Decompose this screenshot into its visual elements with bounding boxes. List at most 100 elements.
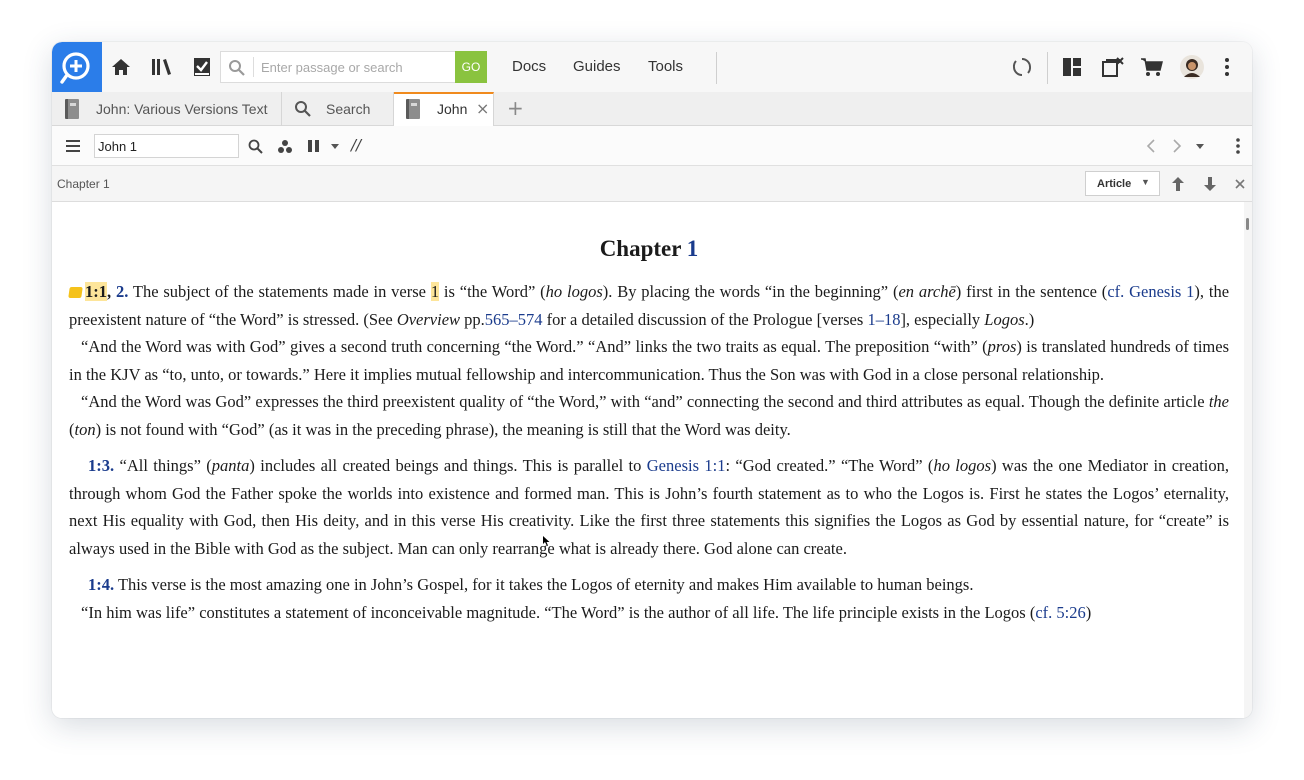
article-body: Chapter 1 1:1, 2. The subject of the sta… bbox=[68, 202, 1229, 627]
commentary-paragraph: 1:4. This verse is the most amazing one … bbox=[69, 571, 1229, 599]
italic-term: panta bbox=[211, 456, 250, 475]
resource-content: Chapter 1 1:1, 2. The subject of the sta… bbox=[52, 202, 1244, 718]
tab-search[interactable]: Search bbox=[282, 92, 394, 126]
scripture-link[interactable]: Genesis 1:1 bbox=[647, 456, 726, 475]
text-run: ], especially bbox=[900, 309, 985, 329]
italic-term: Logos bbox=[984, 309, 1025, 329]
menu-docs[interactable]: Docs bbox=[512, 58, 546, 75]
text-run: ) bbox=[1085, 602, 1092, 622]
search-input[interactable] bbox=[261, 57, 451, 77]
text-run: ) is not found with “God” (as it was in … bbox=[95, 419, 791, 439]
toolbar-divider bbox=[716, 52, 717, 84]
italic-term: ho logos bbox=[933, 456, 992, 475]
panel-menu-icon[interactable] bbox=[66, 140, 80, 152]
section-label: Chapter 1 bbox=[57, 177, 110, 191]
chevron-down-icon: ▼ bbox=[1141, 177, 1150, 187]
italic-term: en archē bbox=[898, 282, 956, 301]
ref-separator: , bbox=[107, 282, 112, 301]
scripture-link[interactable]: cf. 5:26 bbox=[1035, 603, 1085, 622]
verse-ref[interactable]: 2. bbox=[116, 282, 128, 301]
commentary-paragraph: “And the Word was with God” gives a seco… bbox=[69, 333, 1229, 388]
view-mode-dropdown[interactable]: Article ▼ bbox=[1085, 171, 1160, 196]
forward-chevron-icon[interactable] bbox=[1172, 138, 1182, 154]
text-run: The subject of the statements made in ve… bbox=[128, 282, 431, 301]
text-run: .) bbox=[1024, 309, 1035, 329]
scrollbar-thumb[interactable] bbox=[1246, 218, 1249, 230]
commentary-paragraph: 1:3. “All things” (panta) includes all c… bbox=[69, 452, 1229, 562]
book-icon bbox=[65, 99, 79, 119]
app-logo-button[interactable] bbox=[52, 42, 102, 92]
view-mode-label: Article bbox=[1097, 178, 1132, 190]
highlighted-verse-number[interactable]: 1 bbox=[430, 282, 440, 301]
reference-input[interactable] bbox=[94, 134, 239, 158]
italic-term: ho logos bbox=[545, 282, 603, 301]
scrollbar[interactable] bbox=[1244, 202, 1252, 718]
home-icon[interactable] bbox=[110, 56, 132, 78]
close-panels-icon[interactable] bbox=[1101, 56, 1124, 78]
visual-filter-icon[interactable] bbox=[277, 139, 293, 154]
parallel-resources-icon[interactable]: // bbox=[351, 136, 361, 154]
layouts-icon[interactable] bbox=[1061, 56, 1083, 78]
search-divider bbox=[253, 57, 254, 77]
verse-ref[interactable]: 1:3. bbox=[88, 456, 114, 475]
tab-label: John bbox=[437, 101, 468, 117]
arrow-up-icon[interactable] bbox=[1172, 177, 1184, 191]
scripture-link[interactable]: 1–18 bbox=[867, 310, 900, 329]
toolbar-divider-right bbox=[1047, 52, 1048, 84]
text-run: for a detailed discussion of the Prologu… bbox=[542, 309, 868, 329]
note-icon[interactable] bbox=[68, 287, 83, 298]
reading-plan-icon[interactable] bbox=[191, 56, 213, 78]
tab-john[interactable]: John × bbox=[394, 92, 494, 127]
text-run: : “God created.” “The Word” ( bbox=[725, 456, 934, 475]
scripture-link[interactable]: cf. Genesis 1 bbox=[1107, 282, 1194, 301]
logos-logo-icon bbox=[60, 52, 90, 84]
section-bar: Chapter 1 Article ▼ bbox=[52, 166, 1252, 202]
chapter-heading-number[interactable]: 1 bbox=[687, 236, 699, 261]
cart-icon[interactable] bbox=[1140, 56, 1163, 78]
columns-icon[interactable] bbox=[308, 140, 320, 152]
sync-icon[interactable] bbox=[1011, 56, 1033, 78]
tab-bar: John: Various Versions Text Search John … bbox=[52, 92, 1252, 127]
menu-guides[interactable]: Guides bbox=[573, 58, 621, 75]
close-tab-icon[interactable]: × bbox=[476, 99, 489, 118]
back-chevron-icon[interactable] bbox=[1146, 138, 1156, 154]
user-avatar[interactable] bbox=[1180, 55, 1204, 79]
arrow-down-icon[interactable] bbox=[1204, 177, 1216, 191]
more-menu-icon[interactable] bbox=[1222, 56, 1232, 78]
italic-term: the bbox=[1208, 392, 1229, 411]
library-icon[interactable] bbox=[150, 56, 172, 78]
go-button[interactable]: GO bbox=[455, 51, 487, 83]
mouse-cursor-icon bbox=[543, 536, 550, 546]
menu-tools[interactable]: Tools bbox=[648, 58, 683, 75]
verse-ref[interactable]: 1:4. bbox=[88, 575, 114, 594]
text-run: is “the Word” ( bbox=[439, 282, 546, 301]
commentary-paragraph: 1:1, 2. The subject of the statements ma… bbox=[68, 278, 1229, 333]
panel-more-icon[interactable] bbox=[1235, 137, 1241, 155]
italic-term: ton bbox=[74, 419, 96, 439]
search-icon bbox=[295, 101, 311, 117]
text-run: ) includes all created beings and things… bbox=[249, 456, 647, 475]
chevron-down-icon[interactable] bbox=[331, 144, 339, 149]
text-run: “And the Word was God” expresses the thi… bbox=[81, 392, 1209, 411]
text-run: “In him was life” constitutes a statemen… bbox=[81, 602, 1036, 622]
italic-term: pros bbox=[987, 337, 1017, 356]
panel-toolbar: // bbox=[52, 126, 1252, 166]
commentary-paragraph: “And the Word was God” expresses the thi… bbox=[69, 388, 1229, 443]
history-dropdown-icon[interactable] bbox=[1196, 144, 1204, 149]
text-run: This verse is the most amazing one in Jo… bbox=[114, 575, 974, 594]
new-tab-plus-icon[interactable]: + bbox=[507, 96, 524, 120]
page-link[interactable]: 565–574 bbox=[485, 310, 543, 329]
tab-label: Search bbox=[326, 101, 371, 117]
text-run: “All things” ( bbox=[114, 456, 212, 475]
find-icon[interactable] bbox=[248, 139, 263, 154]
commentary-paragraph: “In him was life” constitutes a statemen… bbox=[69, 599, 1229, 627]
close-icon[interactable] bbox=[1235, 179, 1245, 189]
text-run: “And the Word was with God” gives a seco… bbox=[81, 337, 988, 356]
italic-term: Overview bbox=[396, 309, 461, 329]
app-window: GO Docs Guides Tools John: Various Versi… bbox=[52, 42, 1252, 718]
tab-john-various-versions[interactable]: John: Various Versions Text bbox=[52, 92, 282, 126]
text-run: pp. bbox=[460, 309, 485, 329]
main-toolbar: GO Docs Guides Tools bbox=[52, 42, 1252, 92]
verse-ref[interactable]: 1:1 bbox=[85, 282, 107, 301]
text-run: ). By placing the words “in the beginnin… bbox=[602, 282, 899, 301]
